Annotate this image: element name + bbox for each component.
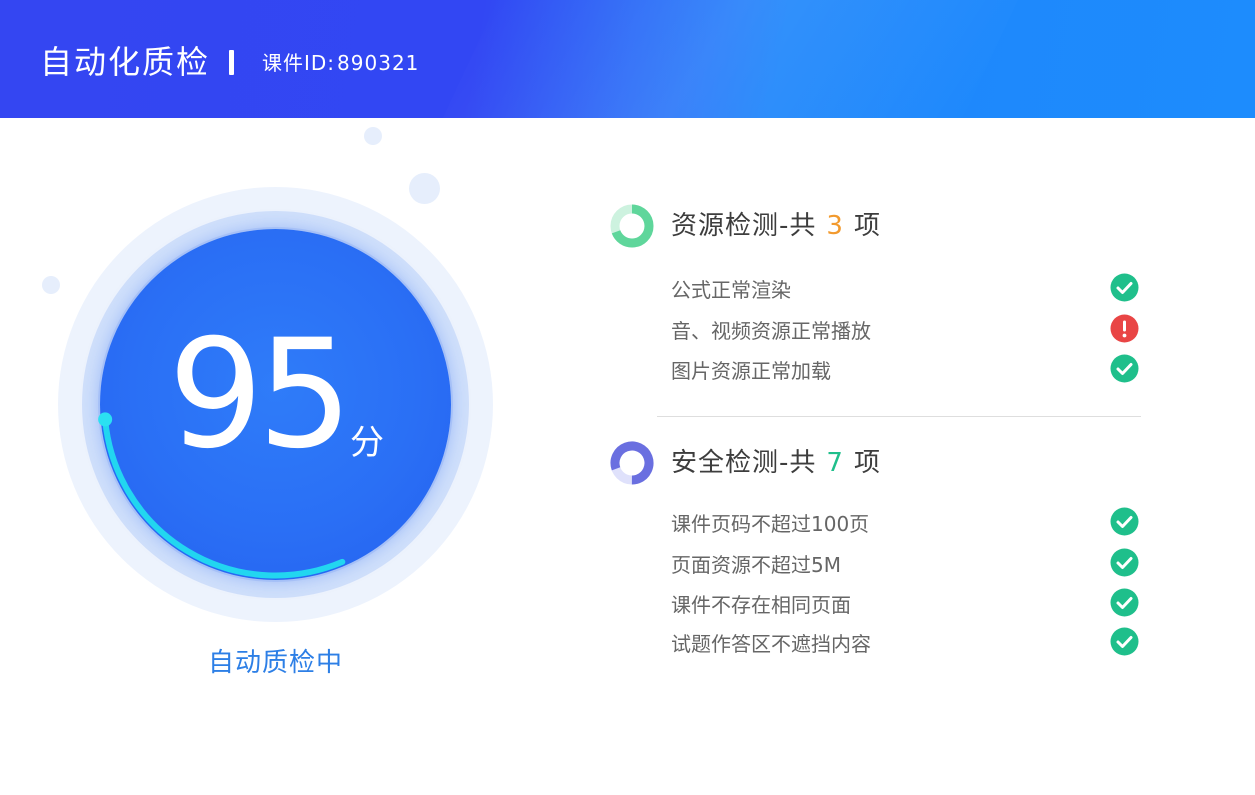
section-divider (657, 416, 1141, 417)
course-id-value: 890321 (337, 51, 420, 75)
check-item-label: 图片资源正常加载 (671, 359, 831, 383)
check-item-label: 课件不存在相同页面 (671, 593, 851, 617)
security-check-title-prefix: 安全检测-共 (671, 448, 817, 478)
score-value: 95 (168, 308, 353, 482)
course-id: 课件ID: 890321 (262, 50, 419, 76)
quality-check-status: 自动质检中 (207, 648, 343, 678)
resource-donut-icon (610, 204, 654, 248)
security-donut-icon (610, 441, 654, 485)
check-item-label: 页面资源不超过5M (671, 553, 841, 577)
security-check-item: 页面资源不超过5M (671, 548, 1141, 582)
quality-check-page: 自动化质检 课件ID: 890321 95 分 自动质检中 资源检测-共 3 项 公式… (0, 0, 1255, 795)
decor-bubble (364, 127, 382, 145)
score-unit: 分 (350, 423, 384, 463)
check-circle-icon (1110, 588, 1139, 617)
check-circle-icon (1110, 273, 1139, 302)
course-id-label: 课件ID: (262, 51, 336, 75)
header-sheen (414, 0, 1046, 118)
check-circle-icon (1110, 507, 1139, 536)
resource-check-title: 资源检测-共 3 项 (671, 208, 881, 244)
score-gauge: 95 分 (58, 187, 493, 622)
check-circle-icon (1110, 548, 1139, 577)
score-progress-start-dot (98, 412, 113, 427)
check-circle-icon (1110, 627, 1139, 656)
error-circle-icon (1110, 314, 1139, 343)
check-item-label: 音、视频资源正常播放 (671, 319, 871, 343)
security-check-item: 课件不存在相同页面 (671, 588, 1141, 622)
app-title: 自动化质检 (40, 43, 211, 81)
check-item-label: 试题作答区不遮挡内容 (671, 632, 871, 656)
resource-check-title-prefix: 资源检测-共 (671, 211, 817, 241)
header-bar: 自动化质检 课件ID: 890321 (0, 0, 1255, 118)
check-item-label: 课件页码不超过100页 (671, 512, 870, 536)
resource-check-item: 音、视频资源正常播放 (671, 314, 1141, 348)
title-divider (229, 50, 234, 75)
security-check-item: 课件页码不超过100页 (671, 507, 1141, 541)
resource-check-item: 公式正常渲染 (671, 273, 1141, 307)
check-circle-icon (1110, 354, 1139, 383)
security-check-title: 安全检测-共 7 项 (671, 445, 881, 481)
security-check-item: 试题作答区不遮挡内容 (671, 627, 1141, 661)
security-check-title-suffix: 项 (853, 448, 881, 478)
resource-check-count: 3 (826, 211, 844, 241)
check-item-label: 公式正常渲染 (671, 278, 791, 302)
security-check-count: 7 (826, 448, 844, 478)
resource-check-title-suffix: 项 (853, 211, 881, 241)
resource-check-item: 图片资源正常加载 (671, 354, 1141, 388)
